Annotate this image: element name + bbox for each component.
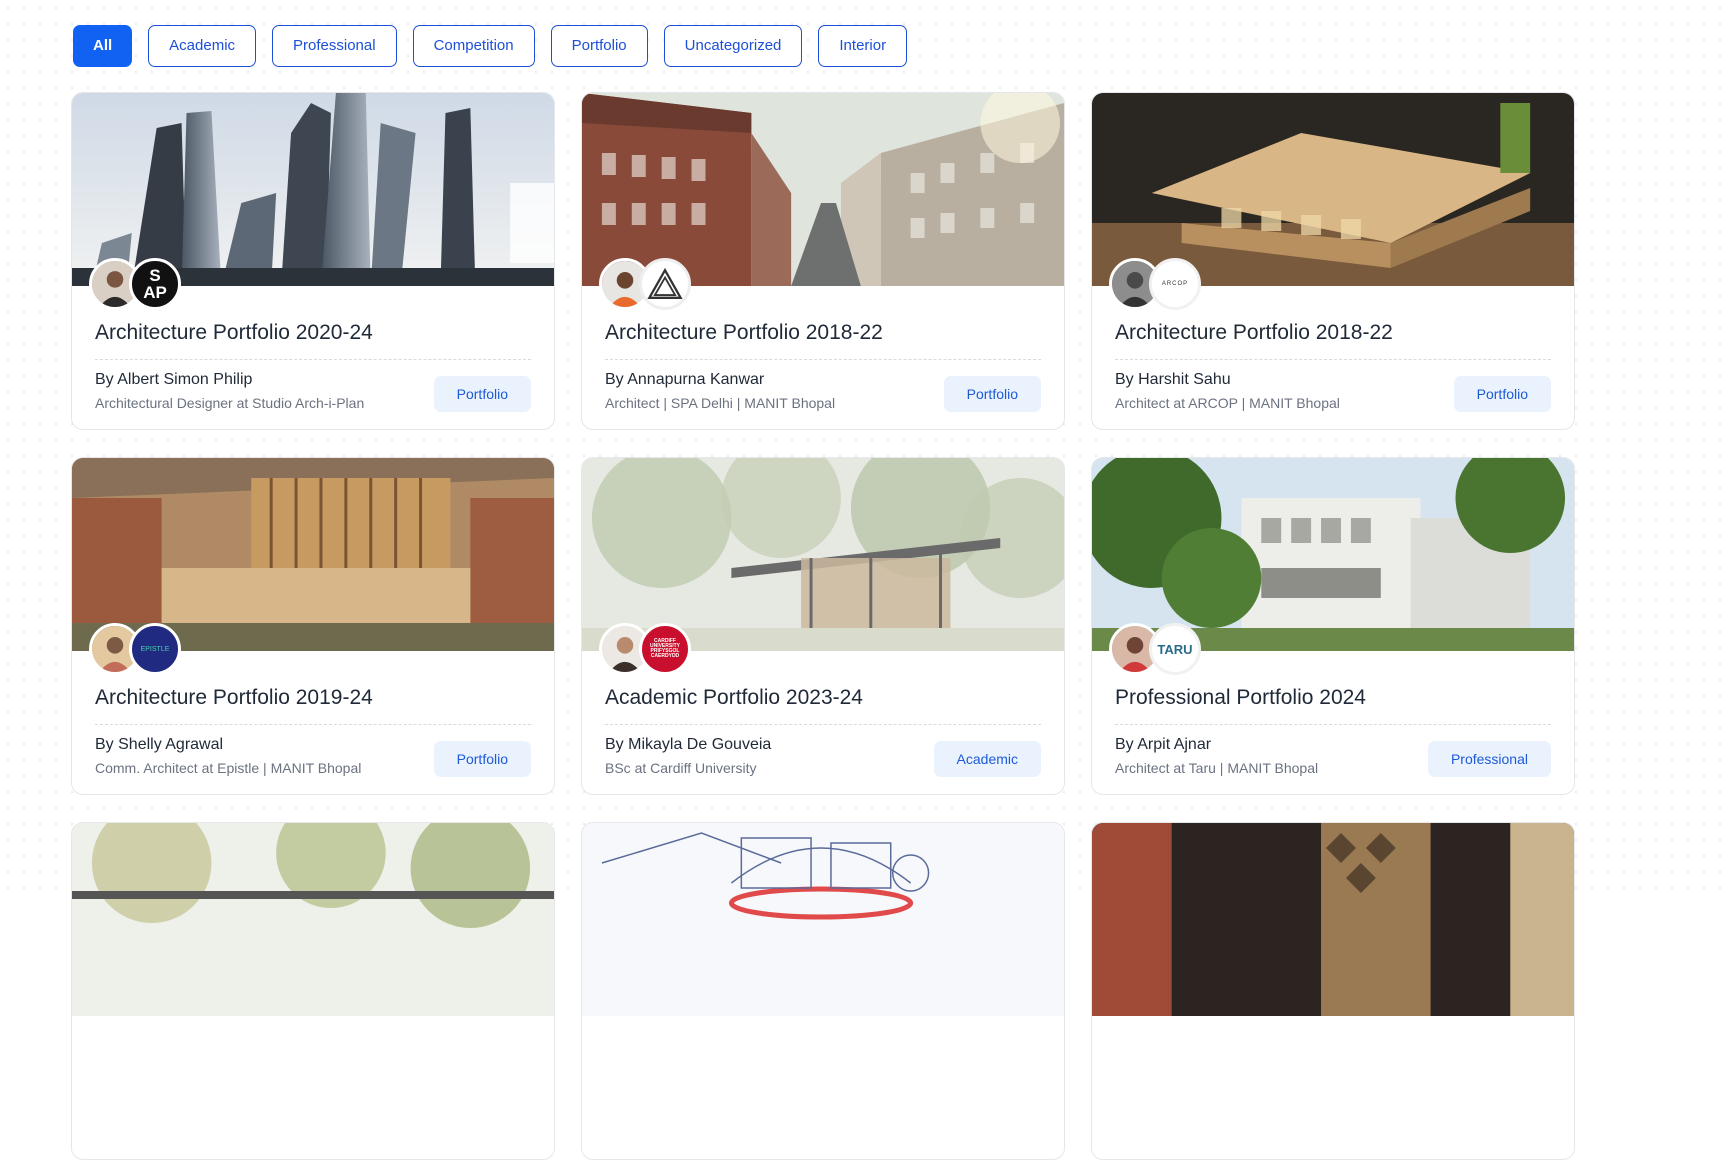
card-avatars: ARCOP [1109, 258, 1201, 310]
portfolio-card[interactable]: EPISTLE Architecture Portfolio 2019-24 B… [71, 457, 555, 795]
filter-competition[interactable]: Competition [412, 25, 535, 67]
card-author: By Arpit Ajnar [1115, 736, 1212, 753]
category-filter-bar: All Academic Professional Competition Po… [73, 25, 908, 67]
company-logo: ARCOP [1149, 258, 1201, 310]
card-avatars: S AP [89, 258, 181, 310]
card-role: Architectural Designer at Studio Arch-i-… [95, 395, 365, 411]
card-title: Academic Portfolio 2023-24 [605, 686, 1041, 725]
portfolio-card[interactable]: Architecture Portfolio 2018-22 By Annapu… [581, 92, 1065, 430]
card-author: By Annapurna Kanwar [605, 371, 765, 388]
card-title: Architecture Portfolio 2018-22 [605, 321, 1041, 360]
card-title: Architecture Portfolio 2020-24 [95, 321, 531, 360]
card-avatars: TARU [1109, 623, 1201, 675]
card-title: Professional Portfolio 2024 [1115, 686, 1551, 725]
card-author: By Shelly Agrawal [95, 736, 224, 753]
card-title: Architecture Portfolio 2018-22 [1115, 321, 1551, 360]
card-author: By Mikayla De Gouveia [605, 736, 772, 753]
card-thumbnail-interior [1092, 823, 1574, 1016]
card-avatars: EPISTLE [89, 623, 181, 675]
portfolio-card[interactable]: ARCOP Architecture Portfolio 2018-22 By … [1091, 92, 1575, 430]
card-author: By Albert Simon Philip [95, 371, 253, 388]
company-logo [639, 258, 691, 310]
card-role: Comm. Architect at Epistle | MANIT Bhopa… [95, 760, 362, 776]
card-title: Architecture Portfolio 2019-24 [95, 686, 531, 725]
filter-uncategorized[interactable]: Uncategorized [663, 25, 803, 67]
filter-interior[interactable]: Interior [818, 25, 908, 67]
portfolio-card[interactable]: CARDIFF UNIVERSITY PRIFYSGOL CAERDYDD Ac… [581, 457, 1065, 795]
company-logo: S AP [129, 258, 181, 310]
filter-all[interactable]: All [73, 25, 133, 67]
company-logo: TARU [1149, 623, 1201, 675]
triangle-logo-icon [647, 267, 683, 299]
card-avatars [599, 258, 691, 310]
portfolio-grid: S AP Architecture Portfolio 2020-24 By A… [71, 92, 1575, 1160]
card-category-tag[interactable]: Academic [933, 741, 1041, 777]
card-role: BSc at Cardiff University [605, 760, 757, 776]
card-category-tag[interactable]: Portfolio [433, 741, 531, 777]
card-category-tag[interactable]: Portfolio [943, 376, 1041, 412]
card-role: Architect | SPA Delhi | MANIT Bhopal [605, 395, 836, 411]
card-thumbnail-trees [72, 823, 554, 1016]
filter-academic[interactable]: Academic [148, 25, 257, 67]
portfolio-card[interactable]: TARU Professional Portfolio 2024 By Arpi… [1091, 457, 1575, 795]
company-logo: EPISTLE [129, 623, 181, 675]
card-author: By Harshit Sahu [1115, 371, 1231, 388]
filter-professional[interactable]: Professional [272, 25, 397, 67]
card-avatars: CARDIFF UNIVERSITY PRIFYSGOL CAERDYDD [599, 623, 691, 675]
portfolio-card[interactable] [71, 822, 555, 1160]
company-logo: CARDIFF UNIVERSITY PRIFYSGOL CAERDYDD [639, 623, 691, 675]
portfolio-card[interactable]: S AP Architecture Portfolio 2020-24 By A… [71, 92, 555, 430]
card-category-tag[interactable]: Portfolio [433, 376, 531, 412]
card-category-tag[interactable]: Portfolio [1453, 376, 1551, 412]
card-thumbnail-sketch [582, 823, 1064, 1016]
card-role: Architect at ARCOP | MANIT Bhopal [1115, 395, 1340, 411]
card-category-tag[interactable]: Professional [1427, 741, 1551, 777]
filter-portfolio[interactable]: Portfolio [550, 25, 648, 67]
portfolio-card[interactable] [581, 822, 1065, 1160]
portfolio-card[interactable] [1091, 822, 1575, 1160]
card-role: Architect at Taru | MANIT Bhopal [1115, 760, 1319, 776]
